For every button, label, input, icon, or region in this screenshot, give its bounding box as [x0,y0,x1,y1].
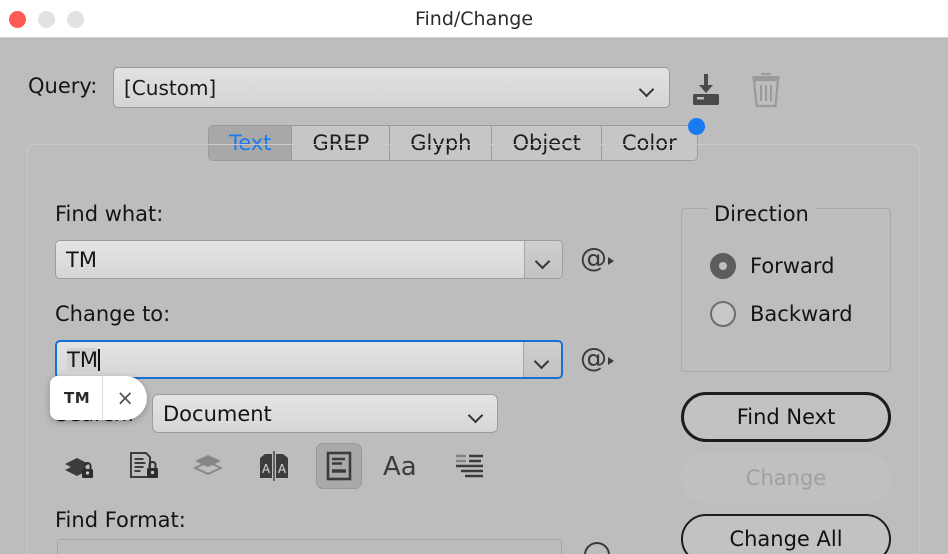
find-next-button[interactable]: Find Next [681,392,891,442]
include-footnotes-icon[interactable] [316,443,362,489]
include-locked-layers-icon[interactable] [56,443,102,489]
find-what-metacharacter-menu-icon[interactable]: @ [580,245,614,272]
autocomplete-suggestion-item[interactable]: TM [50,376,104,420]
change-to-input[interactable]: TM [55,340,563,379]
include-master-pages-icon[interactable]: A A [251,443,297,489]
radio-forward-label: Forward [750,254,835,278]
include-locked-stories-icon[interactable] [121,443,167,489]
case-sensitive-icon[interactable]: Aa [381,443,427,489]
query-value: [Custom] [124,75,217,100]
radio-backward-indicator [710,301,736,327]
search-scope-dropdown[interactable]: Document [152,394,498,433]
find-next-label: Find Next [736,405,836,429]
find-what-dropdown-button[interactable] [524,241,562,278]
chevron-down-icon [536,356,549,364]
close-icon[interactable]: × [103,376,147,420]
query-row: Query: [Custom] [0,62,948,116]
text-caret [97,348,100,371]
direction-fieldset [681,208,891,372]
change-to-value: TM [67,347,98,372]
radio-forward-indicator [710,253,736,279]
query-dropdown[interactable]: [Custom] [113,67,670,108]
find-format-textarea[interactable] [57,539,562,554]
search-scope-value: Document [163,401,272,426]
window-titlebar: Find/Change [0,0,948,38]
radio-backward[interactable]: Backward [710,301,853,327]
autocomplete-suggestion-popup: TM × [50,376,148,420]
include-hidden-layers-icon[interactable] [186,443,232,489]
direction-legend: Direction [707,202,816,226]
query-label: Query: [28,74,98,98]
whole-word-icon[interactable] [446,443,492,489]
svg-text:A: A [278,462,287,476]
chevron-down-icon [641,84,654,92]
change-all-button[interactable]: Change All [681,514,891,554]
change-label: Change [745,466,827,490]
chevron-down-icon [537,256,550,264]
change-to-metacharacter-menu-icon[interactable]: @ [580,345,614,372]
trash-icon[interactable] [748,70,784,110]
svg-text:Aa: Aa [383,452,417,481]
chevron-down-icon [470,410,483,418]
change-to-label: Change to: [55,302,171,326]
svg-text:A: A [262,462,271,476]
find-what-value: TM [66,247,97,272]
find-what-label: Find what: [55,202,164,226]
change-to-dropdown-button[interactable] [523,342,561,377]
radio-forward[interactable]: Forward [710,253,834,279]
window-title: Find/Change [414,8,534,30]
change-to-value-wrap: TM [57,347,523,372]
find-change-dialog: Find/Change Query: [Custom] Text GREP Gl… [0,0,948,554]
change-all-label: Change All [729,527,843,551]
tab-color-badge-icon [687,118,705,135]
find-format-label: Find Format: [55,508,186,532]
find-what-input[interactable]: TM [55,240,563,279]
save-query-icon[interactable] [686,72,726,108]
change-button: Change [681,453,891,503]
search-options-toolbar: A A Aa [56,443,492,489]
radio-backward-label: Backward [750,302,853,326]
